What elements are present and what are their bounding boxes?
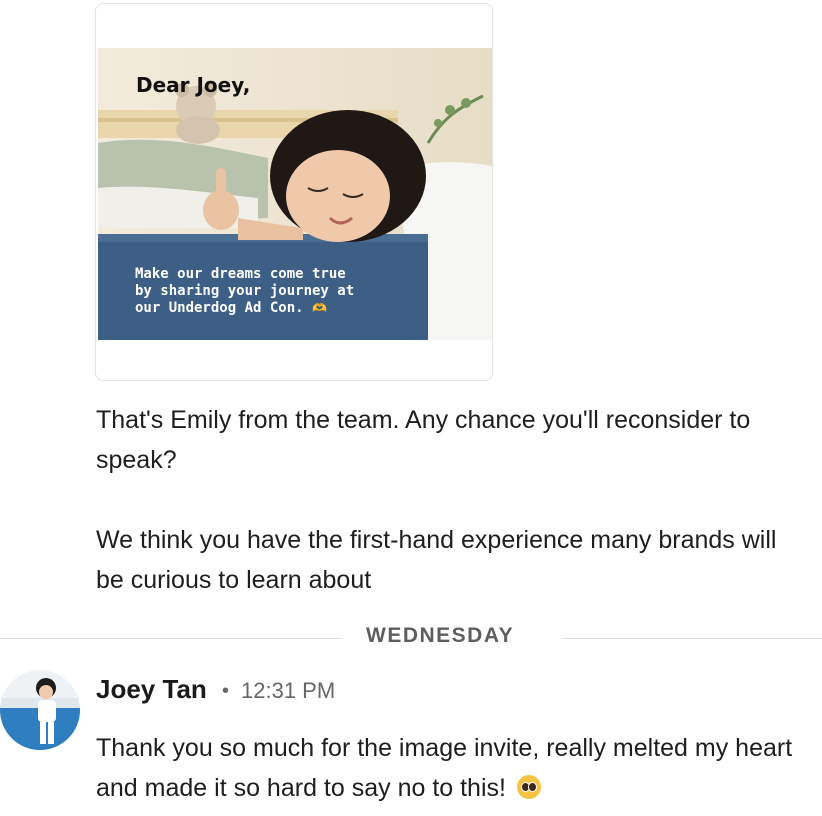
message-paragraph-1: That's Emily from the team. Any chance y… — [96, 406, 751, 474]
invite-photo[interactable]: Dear Joey, Make our dreams come true by … — [98, 48, 492, 340]
pleading-face-icon — [516, 775, 541, 799]
message-paragraph-2: We think you have the first-hand experie… — [96, 526, 777, 594]
avatar-photo — [0, 670, 80, 750]
photo-caption: Make our dreams come true by sharing you… — [135, 266, 365, 317]
day-divider-label: WEDNESDAY — [366, 624, 515, 647]
message-text: Thank you so much for the image invite, … — [96, 734, 793, 802]
avatar[interactable] — [0, 670, 80, 750]
day-divider-right — [562, 638, 822, 639]
image-attachment-card[interactable]: Dear Joey, Make our dreams come true by … — [95, 3, 493, 381]
hands-heart-icon: 🫶 — [312, 301, 327, 315]
photo-salutation: Dear Joey, — [136, 73, 251, 97]
meta-separator: • — [222, 680, 230, 702]
day-divider-left — [0, 638, 342, 639]
message-timestamp[interactable]: 12:31 PM — [241, 678, 335, 704]
sender-name[interactable]: Joey Tan — [96, 674, 207, 705]
message-body: Thank you so much for the image invite, … — [96, 728, 796, 808]
